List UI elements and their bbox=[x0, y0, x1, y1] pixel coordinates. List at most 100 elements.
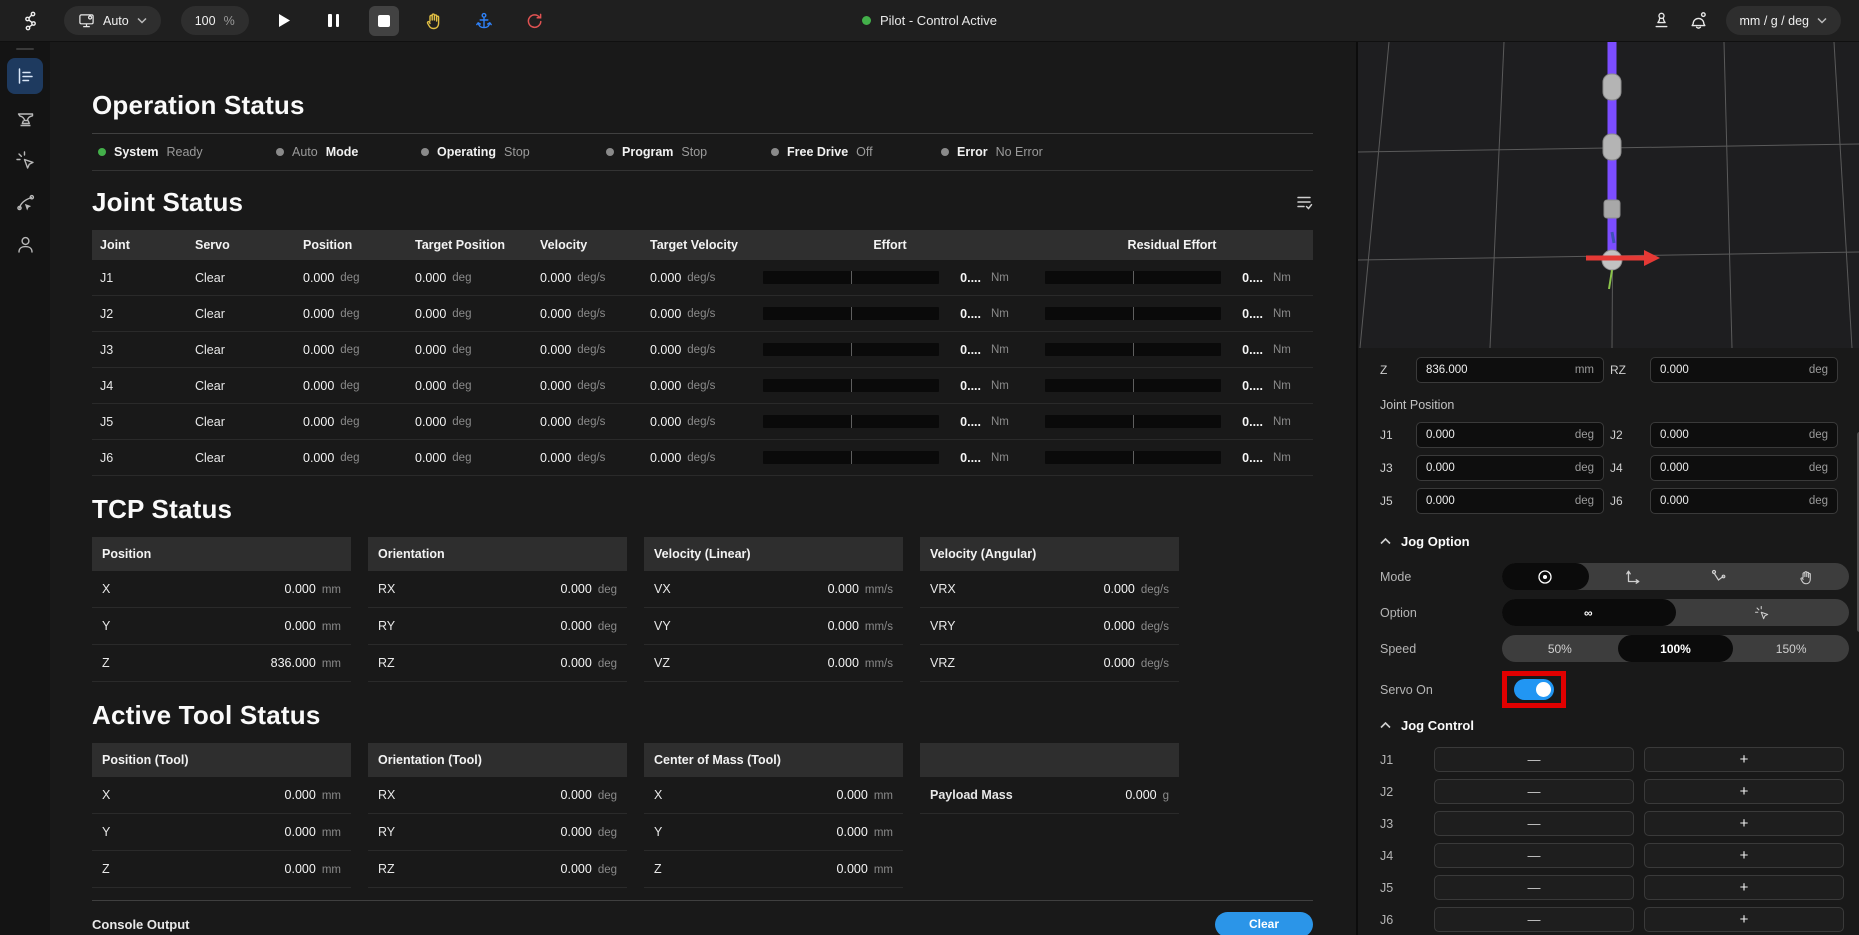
j2-jog-plus-button[interactable]: + bbox=[1644, 779, 1844, 804]
console-output-label: Console Output bbox=[92, 917, 190, 932]
robot-3d-viewport[interactable] bbox=[1358, 42, 1859, 348]
console-clear-button[interactable]: Clear bbox=[1215, 912, 1313, 935]
joint-position-label: Joint Position bbox=[1380, 398, 1849, 412]
mode-joint-rotate-option[interactable] bbox=[1502, 563, 1589, 590]
notifications-button[interactable] bbox=[1689, 11, 1708, 30]
reset-button[interactable] bbox=[519, 6, 549, 36]
anchor-button[interactable] bbox=[469, 6, 499, 36]
tcp-card-orientation: Orientation RX0.000deg RY0.000deg RZ0.00… bbox=[368, 537, 627, 682]
main-content: Operation Status System Ready Auto Mode … bbox=[50, 42, 1356, 935]
joint-label: J1 bbox=[92, 260, 187, 295]
j4-jog-plus-button[interactable]: + bbox=[1644, 843, 1844, 868]
j5-jog-minus-button[interactable]: — bbox=[1434, 875, 1634, 900]
j1-input[interactable]: 0.000deg bbox=[1416, 422, 1604, 448]
jog-option-header[interactable]: Jog Option bbox=[1380, 534, 1849, 549]
bar-chart-icon bbox=[15, 66, 35, 86]
monitor-icon bbox=[78, 12, 95, 29]
servo-state: Clear bbox=[187, 440, 277, 475]
joint-row-j5: J5 Clear 0.000deg 0.000deg 0.000deg/s 0.… bbox=[92, 404, 1313, 440]
jog-speed-segmented: 50% 100% 150% bbox=[1502, 635, 1849, 662]
tool-card-payload: Payload Mass0.000g bbox=[920, 743, 1179, 888]
tool-card-orientation: Orientation (Tool) RX0.000deg RY0.000deg… bbox=[368, 743, 627, 888]
mode-task-axes-option[interactable] bbox=[1589, 563, 1676, 590]
stop-button[interactable] bbox=[369, 6, 399, 36]
servo-state: Clear bbox=[187, 296, 277, 331]
hand-guide-button[interactable] bbox=[419, 6, 449, 36]
joint-position-row-2: J3 0.000deg J4 0.000deg bbox=[1380, 455, 1849, 481]
joint-row-j4: J4 Clear 0.000deg 0.000deg 0.000deg/s 0.… bbox=[92, 368, 1313, 404]
zoom-value: 100 bbox=[195, 14, 216, 28]
play-icon bbox=[277, 13, 291, 28]
joint-label: J3 bbox=[92, 332, 187, 367]
mode-hand-option[interactable] bbox=[1762, 563, 1849, 590]
residual-effort-bar bbox=[1045, 307, 1221, 320]
units-select[interactable]: mm / g / deg bbox=[1726, 6, 1841, 35]
col-position: Position bbox=[277, 230, 389, 260]
j5-input[interactable]: 0.000deg bbox=[1416, 488, 1604, 514]
task-rz-input[interactable]: 0.000deg bbox=[1650, 357, 1838, 383]
sidebar-item-path[interactable] bbox=[7, 184, 43, 220]
pause-button[interactable] bbox=[319, 6, 349, 36]
status-mode: Auto Mode bbox=[276, 145, 421, 159]
status-dot-gray bbox=[276, 148, 284, 156]
reset-icon bbox=[525, 12, 543, 30]
servo-state: Clear bbox=[187, 260, 277, 295]
sidebar-item-jog[interactable] bbox=[7, 142, 43, 178]
j2-input[interactable]: 0.000deg bbox=[1650, 422, 1838, 448]
play-button[interactable] bbox=[269, 6, 299, 36]
sidebar-item-users[interactable] bbox=[7, 226, 43, 262]
option-continuous[interactable]: ∞ bbox=[1502, 599, 1676, 626]
top-toolbar: Auto 100 % bbox=[0, 0, 1859, 42]
mode-path-point-option[interactable] bbox=[1676, 563, 1763, 590]
j6-input[interactable]: 0.000deg bbox=[1650, 488, 1838, 514]
speed-150-option[interactable]: 150% bbox=[1733, 635, 1849, 662]
col-residual-effort: Residual Effort bbox=[1031, 230, 1313, 260]
servo-on-toggle[interactable] bbox=[1514, 679, 1554, 700]
sidebar-item-workcell[interactable] bbox=[7, 100, 43, 136]
j2-jog-minus-button[interactable]: — bbox=[1434, 779, 1634, 804]
option-step[interactable] bbox=[1676, 599, 1850, 626]
joint-row-j2: J2 Clear 0.000deg 0.000deg 0.000deg/s 0.… bbox=[92, 296, 1313, 332]
j1-jog-minus-button[interactable]: — bbox=[1434, 747, 1634, 772]
tool-card-position: Position (Tool) X0.000mm Y0.000mm Z0.000… bbox=[92, 743, 351, 888]
chevron-down-icon bbox=[137, 17, 147, 24]
servo-toggle-highlight bbox=[1502, 671, 1566, 708]
j6-jog-plus-button[interactable]: + bbox=[1644, 907, 1844, 932]
j3-jog-minus-button[interactable]: — bbox=[1434, 811, 1634, 836]
joint-position-row-1: J1 0.000deg J2 0.000deg bbox=[1380, 422, 1849, 448]
speed-50-option[interactable]: 50% bbox=[1502, 635, 1618, 662]
speed-100-option[interactable]: 100% bbox=[1618, 635, 1734, 662]
sidebar-item-status[interactable] bbox=[7, 58, 43, 94]
joint-status-options-button[interactable] bbox=[1296, 195, 1313, 210]
bell-icon bbox=[1689, 11, 1708, 30]
j4-jog-minus-button[interactable]: — bbox=[1434, 843, 1634, 868]
residual-effort-bar bbox=[1045, 415, 1221, 428]
jog-control-j5: J5 — + bbox=[1380, 875, 1849, 900]
col-effort: Effort bbox=[749, 230, 1031, 260]
j4-input[interactable]: 0.000deg bbox=[1650, 455, 1838, 481]
j3-jog-plus-button[interactable]: + bbox=[1644, 811, 1844, 836]
chevron-up-icon bbox=[1380, 722, 1391, 729]
j6-jog-minus-button[interactable]: — bbox=[1434, 907, 1634, 932]
status-system: System Ready bbox=[98, 145, 276, 159]
col-servo: Servo bbox=[187, 230, 277, 260]
chevron-up-icon bbox=[1380, 538, 1391, 545]
effort-bar bbox=[763, 379, 939, 392]
mode-select[interactable]: Auto bbox=[64, 6, 161, 35]
col-target-velocity: Target Velocity bbox=[624, 230, 749, 260]
servo-on-row: Servo On bbox=[1380, 671, 1849, 708]
task-z-input[interactable]: 836.000mm bbox=[1416, 357, 1604, 383]
robot-pilot-app: Auto 100 % bbox=[0, 0, 1859, 935]
j3-input[interactable]: 0.000deg bbox=[1416, 455, 1604, 481]
joint-label: J6 bbox=[92, 440, 187, 475]
status-dot-green bbox=[98, 148, 106, 156]
jog-control-header[interactable]: Jog Control bbox=[1380, 718, 1849, 733]
joint-table-header: Joint Servo Position Target Position Vel… bbox=[92, 230, 1313, 260]
zoom-control[interactable]: 100 % bbox=[181, 6, 249, 35]
j5-jog-plus-button[interactable]: + bbox=[1644, 875, 1844, 900]
jog-control-j6: J6 — + bbox=[1380, 907, 1849, 932]
status-free-drive: Free Drive Off bbox=[771, 145, 941, 159]
j1-jog-plus-button[interactable]: + bbox=[1644, 747, 1844, 772]
pendant-button[interactable] bbox=[1652, 11, 1671, 30]
joint-label: J4 bbox=[92, 368, 187, 403]
